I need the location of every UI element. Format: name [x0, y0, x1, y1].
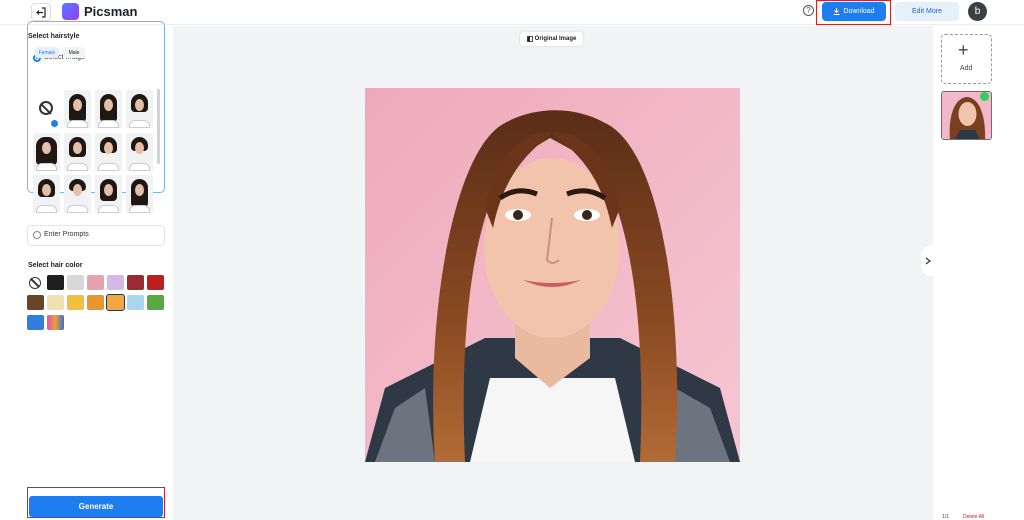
- tab-female[interactable]: Female: [35, 47, 59, 58]
- delete-all-button[interactable]: Delete All: [963, 514, 984, 520]
- exit-button[interactable]: [31, 3, 51, 21]
- help-icon[interactable]: ?: [803, 5, 814, 16]
- hair-color-section-title: Select hair color: [28, 262, 83, 269]
- download-button[interactable]: Download: [822, 2, 886, 21]
- hair-color-swatch[interactable]: [87, 275, 104, 290]
- download-label: Download: [843, 8, 875, 15]
- original-image-button[interactable]: Original Image: [520, 32, 583, 46]
- compare-icon: [526, 36, 533, 42]
- enter-prompts-label: Enter Prompts: [44, 231, 89, 238]
- hair-color-swatch[interactable]: [127, 295, 144, 310]
- hair-color-swatch[interactable]: [127, 275, 144, 290]
- no-color-icon: [29, 277, 41, 289]
- hairstyle-option[interactable]: [64, 133, 91, 171]
- hair-color-swatch[interactable]: [27, 295, 44, 310]
- generate-button[interactable]: Generate: [29, 496, 163, 517]
- portrait-image: [365, 88, 740, 462]
- hair-color-swatch[interactable]: [147, 275, 164, 290]
- hair-color-swatch[interactable]: [27, 315, 44, 330]
- hairstyle-option[interactable]: [33, 175, 60, 213]
- edit-more-button[interactable]: Edit More: [895, 2, 959, 21]
- plus-icon: +: [958, 40, 969, 60]
- selected-check-icon: [51, 120, 58, 127]
- hair-color-swatch[interactable]: [47, 315, 64, 330]
- picsman-logo: [62, 3, 79, 20]
- brand-name: Picsman: [84, 4, 138, 19]
- hair-color-swatch[interactable]: [107, 275, 124, 290]
- tab-male[interactable]: Male: [63, 47, 85, 58]
- hair-color-swatch[interactable]: [67, 295, 84, 310]
- hair-color-swatch[interactable]: [67, 275, 84, 290]
- hair-color-swatch[interactable]: [47, 275, 64, 290]
- hairstyle-option[interactable]: [64, 175, 91, 213]
- hairstyle-scrollbar[interactable]: [157, 89, 160, 164]
- collapse-panel-button[interactable]: [921, 246, 935, 276]
- status-dot-icon: [980, 92, 989, 101]
- exit-icon: [35, 6, 46, 18]
- no-hairstyle-icon: [39, 101, 53, 115]
- page-count: 1/1: [942, 514, 949, 520]
- hairstyle-option[interactable]: [95, 90, 122, 128]
- hair-color-swatch[interactable]: [147, 295, 164, 310]
- hairstyle-option[interactable]: [33, 133, 60, 171]
- hair-color-swatch[interactable]: [47, 295, 64, 310]
- hairstyle-option[interactable]: [64, 90, 91, 128]
- hairstyle-option[interactable]: [95, 175, 122, 213]
- add-label: Add: [960, 65, 973, 72]
- user-avatar[interactable]: b: [968, 2, 987, 21]
- hairstyle-option[interactable]: [126, 90, 153, 128]
- original-image-label: Original Image: [534, 36, 577, 42]
- hair-color-swatch-selected[interactable]: [106, 294, 125, 311]
- enter-prompts-radio[interactable]: [33, 231, 41, 239]
- hairstyle-option[interactable]: [95, 133, 122, 171]
- hairstyle-option[interactable]: [126, 175, 153, 213]
- hairstyle-option[interactable]: [126, 133, 153, 171]
- hair-color-swatch[interactable]: [87, 295, 104, 310]
- chevron-right-icon: [925, 257, 931, 265]
- download-icon: [833, 8, 840, 15]
